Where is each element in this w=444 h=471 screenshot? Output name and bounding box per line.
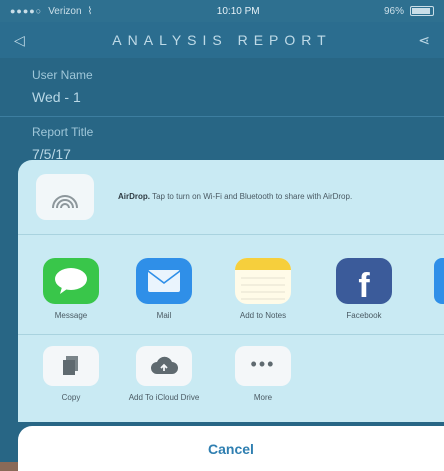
airdrop-row[interactable]: AirDrop. Tap to turn on Wi-Fi and Blueto… — [18, 160, 444, 234]
status-right: 96% — [384, 6, 434, 17]
wifi-icon: ⌇ — [87, 5, 93, 17]
airdrop-icon — [36, 174, 94, 220]
airdrop-description: Tap to turn on Wi-Fi and Bluetooth to sh… — [152, 192, 353, 201]
battery-percentage: 96% — [383, 5, 404, 17]
status-left: ●●●●○ Verizon ⌇ — [10, 6, 92, 17]
partial-app-icon[interactable] — [434, 258, 444, 304]
icloud-drive-icon — [136, 346, 192, 386]
notes-icon — [235, 258, 291, 304]
copy-icon — [43, 346, 99, 386]
share-app-mail[interactable]: Mail — [124, 258, 204, 320]
share-actions-row: Copy Add To iCloud Drive ••• More — [18, 346, 444, 422]
share-app-notes[interactable]: Add to Notes — [223, 258, 303, 320]
airdrop-title: AirDrop. — [118, 192, 150, 201]
share-sheet: AirDrop. Tap to turn on Wi-Fi and Blueto… — [18, 160, 444, 422]
airdrop-message: AirDrop. Tap to turn on Wi-Fi and Blueto… — [118, 192, 418, 202]
facebook-icon: f — [336, 258, 392, 305]
user-name-value[interactable]: Wed - 1 — [32, 89, 81, 105]
cancel-button[interactable]: Cancel — [18, 426, 444, 471]
share-icon[interactable]: ⋖ — [418, 32, 430, 49]
share-action-label: Add To iCloud Drive — [128, 393, 200, 402]
page-title: ANALYSIS REPORT — [112, 32, 332, 48]
apps-divider — [18, 334, 444, 335]
share-app-label: Add to Notes — [239, 311, 287, 320]
share-action-copy[interactable]: Copy — [31, 346, 111, 403]
share-action-label: Copy — [61, 393, 81, 402]
airdrop-divider — [18, 234, 444, 235]
share-action-more[interactable]: ••• More — [223, 346, 303, 403]
user-name-label: User Name — [32, 68, 93, 82]
status-time: 10:10 PM — [216, 5, 260, 17]
status-bar: ●●●●○ Verizon ⌇ 10:10 PM 96% — [0, 0, 444, 22]
mail-icon — [136, 258, 192, 304]
signal-dots-icon: ●●●●○ — [10, 6, 43, 16]
report-title-label: Report Title — [32, 125, 94, 139]
share-app-label: Message — [54, 311, 88, 320]
form-divider — [0, 116, 444, 117]
share-app-facebook[interactable]: f Facebook — [324, 258, 404, 320]
battery-icon — [409, 6, 434, 16]
carrier-label: Verizon — [48, 5, 82, 17]
share-app-label: Mail — [156, 311, 172, 320]
share-action-label: More — [253, 393, 273, 402]
background-image-strip — [0, 462, 18, 471]
share-apps-row: Message Mail Add to Notes f Facebook — [18, 258, 444, 338]
navigation-bar: ◁ ANALYSIS REPORT ⋖ — [0, 22, 444, 58]
share-app-label: Facebook — [346, 311, 382, 320]
share-app-message[interactable]: Message — [31, 258, 111, 320]
messages-icon — [43, 258, 99, 304]
share-action-icloud-drive[interactable]: Add To iCloud Drive — [124, 346, 204, 403]
more-icon: ••• — [235, 346, 291, 386]
